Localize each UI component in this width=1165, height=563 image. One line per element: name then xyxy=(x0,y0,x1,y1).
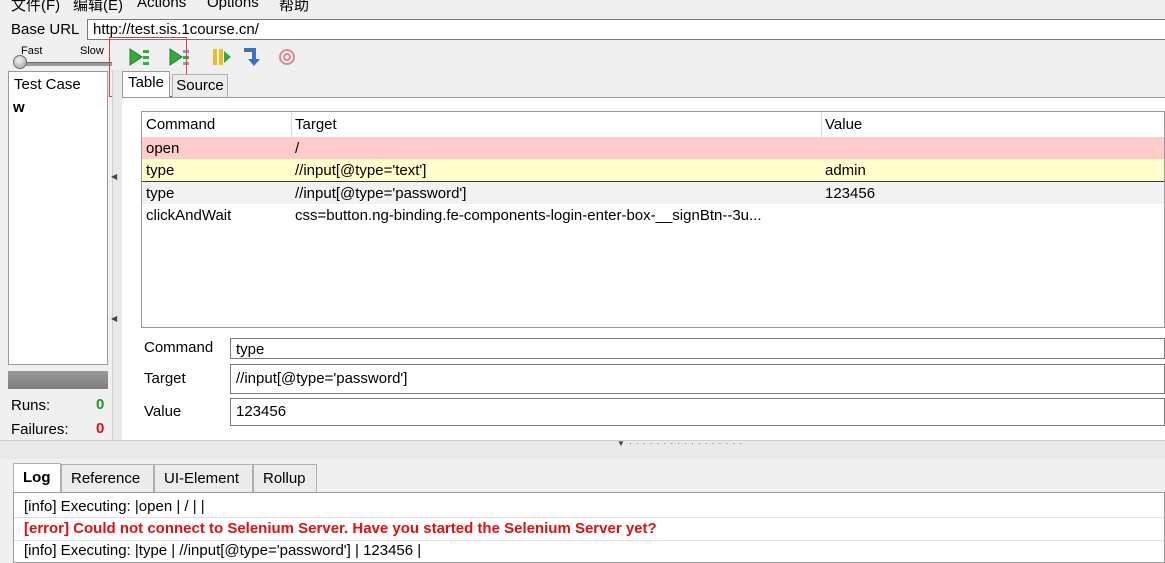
table-row[interactable]: type //input[@type='password'] 123456 xyxy=(142,182,1164,204)
menu-file[interactable]: 文件(F) xyxy=(11,0,60,14)
table-row[interactable]: type //input[@type='text'] admin xyxy=(142,159,1164,182)
table-header: Command Target Value xyxy=(142,112,1164,138)
base-url-input[interactable]: http://test.sis.1course.cn/ xyxy=(87,19,1165,40)
test-case-header: Test Case xyxy=(14,76,81,93)
log-panel: [info] Executing: |open | / | | [error] … xyxy=(13,492,1165,563)
column-header-target[interactable]: Target xyxy=(295,116,820,133)
command-table: Command Target Value open / type //input… xyxy=(141,111,1165,328)
runs-label: Runs: xyxy=(11,397,51,414)
menu-edit[interactable]: 编辑(E) xyxy=(73,0,123,14)
step-icon[interactable] xyxy=(240,46,262,68)
column-header-value[interactable]: Value xyxy=(825,116,862,133)
failures-label: Failures: xyxy=(11,421,69,438)
test-case-panel: Test Case w xyxy=(8,71,108,365)
rollup-icon[interactable] xyxy=(276,46,298,68)
log-line-error: [error] Could not connect to Selenium Se… xyxy=(24,520,657,537)
tab-rollup[interactable]: Rollup xyxy=(253,464,317,492)
log-line-info: [info] Executing: |type | //input[@type=… xyxy=(24,542,422,559)
splitter-left-arrow-icon[interactable]: ◀ xyxy=(111,314,117,323)
menu-bar: 文件(F) 编辑(E) Actions Options 帮助 xyxy=(0,0,1165,14)
runs-count: 0 xyxy=(96,396,105,413)
splitter-grip-icon[interactable]: ▼ · · · · · · · · · · · · · · · · · · · … xyxy=(617,440,747,448)
menu-actions[interactable]: Actions xyxy=(137,0,186,11)
menu-options[interactable]: Options xyxy=(207,0,259,11)
speed-slider-handle[interactable] xyxy=(13,55,27,69)
tab-ui-element[interactable]: UI-Element xyxy=(154,464,253,492)
table-row[interactable]: clickAndWait css=button.ng-binding.fe-co… xyxy=(142,204,1164,226)
tab-table[interactable]: Table xyxy=(122,71,170,97)
column-header-command[interactable]: Command xyxy=(146,116,215,133)
table-row[interactable]: open / xyxy=(142,137,1164,159)
horizontal-splitter[interactable] xyxy=(0,440,1165,459)
command-label: Command xyxy=(144,339,214,356)
value-input[interactable]: 123456 xyxy=(230,398,1165,426)
progress-bar xyxy=(8,371,108,389)
failures-count: 0 xyxy=(96,420,105,437)
tab-reference[interactable]: Reference xyxy=(61,464,154,492)
splitter-left-arrow-icon[interactable]: ◀ xyxy=(111,172,117,181)
command-input[interactable]: type xyxy=(230,338,1165,359)
speed-fast-label: Fast xyxy=(21,45,43,57)
pause-icon[interactable] xyxy=(210,46,232,68)
target-input[interactable]: //input[@type='password'] xyxy=(230,364,1165,394)
test-case-item[interactable]: w xyxy=(13,99,25,116)
base-url-label: Base URL xyxy=(11,21,80,38)
value-label: Value xyxy=(144,403,182,420)
menu-help[interactable]: 帮助 xyxy=(279,0,309,14)
tab-log[interactable]: Log xyxy=(13,463,61,492)
speed-slider-track[interactable] xyxy=(16,62,112,66)
target-label: Target xyxy=(144,370,186,387)
speed-slow-label: Slow xyxy=(80,45,104,57)
tab-source[interactable]: Source xyxy=(172,74,228,97)
log-line-info: [info] Executing: |open | / | | xyxy=(24,498,205,515)
